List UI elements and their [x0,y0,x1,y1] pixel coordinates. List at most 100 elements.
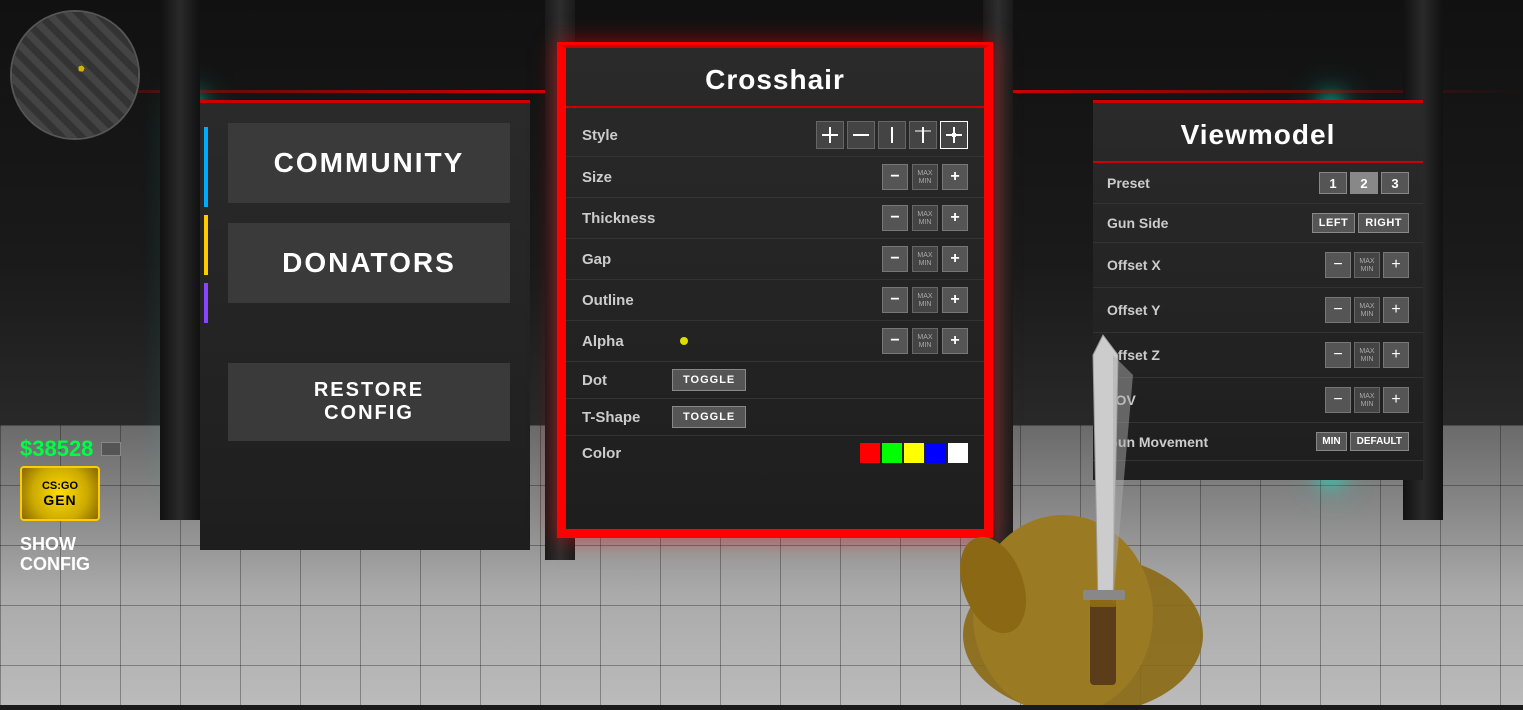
alpha-plus-btn[interactable]: + [942,328,968,354]
csgo-badge: CS:GO GEN [20,466,100,521]
alpha-maxmin[interactable]: MAX MIN [912,328,938,354]
fov-minus-btn[interactable]: − [1325,387,1351,413]
gap-maxmin[interactable]: MAX MIN [912,246,938,272]
vm-gunmovement-controls: MIN DEFAULT [1316,432,1409,451]
viewmodel-title: Viewmodel [1093,103,1423,163]
color-swatches [860,443,968,463]
offsety-maxmin[interactable]: MAX MIN [1354,297,1380,323]
fov-plus-btn[interactable]: + [1383,387,1409,413]
preset-3-btn[interactable]: 3 [1381,172,1409,194]
offsety-plus-btn[interactable]: + [1383,297,1409,323]
restore-config-button[interactable]: RESTORECONFIG [228,363,510,441]
badge-csgo: CS:GO [42,480,78,492]
offsetx-minus-btn[interactable]: − [1325,252,1351,278]
crosshair-tshape-row: T-Shape TOGGLE [566,399,984,436]
hud-bottom-left: $38528 CS:GO GEN SHOWCONFIG [20,436,121,575]
vm-offsetx-controls: − MAX MIN + [1325,252,1409,278]
vm-offsety-label: Offset Y [1107,302,1325,318]
vm-fov-row: FOV − MAX MIN + [1093,378,1423,423]
style-preset-4[interactable] [909,121,937,149]
vm-fov-controls: − MAX MIN + [1325,387,1409,413]
money-value: $38528 [20,436,93,462]
left-panel: COMMUNITY DONATORS RESTORECONFIG [200,100,530,550]
crosshair-size-row: Size − MAX MIN + [566,157,984,198]
size-plus-btn[interactable]: + [942,164,968,190]
right-btn[interactable]: RIGHT [1358,213,1409,233]
preview-5 [946,127,962,143]
gap-controls: − MAX MIN + [882,246,968,272]
style-preset-3[interactable] [878,121,906,149]
thickness-label: Thickness [582,210,672,227]
offsetx-maxmin[interactable]: MAX MIN [1354,252,1380,278]
money-display: $38528 [20,436,121,462]
donators-button[interactable]: DONATORS [228,223,510,303]
offsetx-plus-btn[interactable]: + [1383,252,1409,278]
size-label: Size [582,169,672,186]
crosshair-alpha-row: Alpha − MAX MIN + [566,321,984,362]
preset-2-btn[interactable]: 2 [1350,172,1378,194]
color-swatch-white[interactable] [948,443,968,463]
outline-plus-btn[interactable]: + [942,287,968,313]
style-presets [816,121,968,149]
outline-minus-btn[interactable]: − [882,287,908,313]
tshape-label: T-Shape [582,409,672,426]
style-label: Style [582,127,672,144]
panel-decorators [200,123,212,530]
vm-preset-controls: 1 2 3 [1319,172,1409,194]
dot-toggle-btn[interactable]: TOGGLE [672,369,746,391]
pillar-left [160,0,200,520]
gap-minus-btn[interactable]: − [882,246,908,272]
offsetz-minus-btn[interactable]: − [1325,342,1351,368]
minimap-inner [12,12,138,138]
style-preset-5[interactable] [940,121,968,149]
gunmovement-default-btn[interactable]: DEFAULT [1350,432,1409,451]
offsetz-maxmin[interactable]: MAX MIN [1354,342,1380,368]
style-preset-2[interactable] [847,121,875,149]
viewmodel-panel: Viewmodel Preset 1 2 3 Gun Side LEFT RIG… [1093,100,1423,480]
community-button[interactable]: COMMUNITY [228,123,510,203]
crosshair-style-row: Style [566,114,984,157]
crosshair-outline-row: Outline − MAX MIN + [566,280,984,321]
color-swatch-green[interactable] [882,443,902,463]
outline-maxmin[interactable]: MAX MIN [912,287,938,313]
preset-1-btn[interactable]: 1 [1319,172,1347,194]
outline-label: Outline [582,292,672,309]
preview-4 [915,127,931,143]
gunmovement-min-btn[interactable]: MIN [1316,432,1346,451]
offsetz-plus-btn[interactable]: + [1383,342,1409,368]
tshape-toggle-btn[interactable]: TOGGLE [672,406,746,428]
alpha-controls: − MAX MIN + [882,328,968,354]
alpha-dot-indicator [680,337,688,345]
color-swatch-red[interactable] [860,443,880,463]
style-preset-1[interactable] [816,121,844,149]
money-icon [101,442,121,456]
show-config-label[interactable]: SHOWCONFIG [20,535,121,575]
color-swatch-blue[interactable] [926,443,946,463]
vm-offsetz-row: Offset Z − MAX MIN + [1093,333,1423,378]
vm-fov-label: FOV [1107,392,1325,408]
gap-plus-btn[interactable]: + [942,246,968,272]
thickness-controls: − MAX MIN + [882,205,968,231]
preview-1 [822,127,838,143]
preview-3 [884,127,900,143]
thickness-plus-btn[interactable]: + [942,205,968,231]
gap-label: Gap [582,251,672,268]
vm-offsety-controls: − MAX MIN + [1325,297,1409,323]
vm-offsetz-controls: − MAX MIN + [1325,342,1409,368]
size-maxmin[interactable]: MAX MIN [912,164,938,190]
vm-offsetx-label: Offset X [1107,257,1325,273]
color-swatch-yellow[interactable] [904,443,924,463]
dot-label: Dot [582,372,672,389]
left-btn[interactable]: LEFT [1312,213,1356,233]
vm-preset-label: Preset [1107,175,1319,191]
offsety-minus-btn[interactable]: − [1325,297,1351,323]
size-controls: − MAX MIN + [882,164,968,190]
color-label: Color [582,445,672,462]
fov-maxmin[interactable]: MAX MIN [1354,387,1380,413]
size-minus-btn[interactable]: − [882,164,908,190]
thickness-minus-btn[interactable]: − [882,205,908,231]
decorator-purple [204,283,208,323]
vm-offsety-row: Offset Y − MAX MIN + [1093,288,1423,333]
alpha-minus-btn[interactable]: − [882,328,908,354]
thickness-maxmin[interactable]: MAX MIN [912,205,938,231]
